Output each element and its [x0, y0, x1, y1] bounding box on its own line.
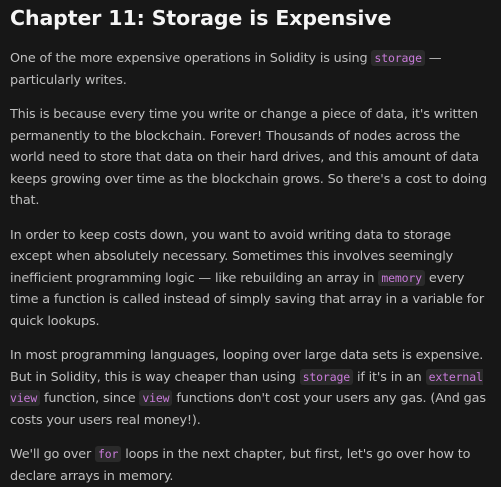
lesson-paragraph: In order to keep costs down, you want to…	[10, 225, 489, 333]
lesson-paragraph: In most programming languages, looping o…	[10, 345, 489, 431]
chapter-title: Chapter 11: Storage is Expensive	[10, 6, 392, 30]
inline-code: view	[139, 390, 173, 406]
inline-code: memory	[378, 269, 425, 286]
lesson-paragraph: One of the more expensive operations in …	[10, 48, 489, 91]
paragraph-text: We'll go over	[10, 447, 95, 462]
paragraph-text: function, since	[40, 391, 140, 406]
inline-code: for	[95, 446, 122, 462]
paragraph-text: if it's in an	[353, 369, 426, 385]
lesson-content: Chapter 11: Storage is Expensive One of …	[0, 0, 501, 484]
inline-code: storage	[371, 50, 425, 66]
lesson-paragraph: This is because every time you write or …	[10, 104, 489, 212]
paragraph-text: One of the more expensive operations in …	[10, 51, 372, 66]
inline-code: storage	[299, 368, 354, 385]
lesson-paragraph: We'll go over for loops in the next chap…	[10, 444, 489, 487]
lesson-body: One of the more expensive operations in …	[10, 48, 489, 487]
paragraph-text: This is because every time you write or …	[10, 107, 487, 208]
